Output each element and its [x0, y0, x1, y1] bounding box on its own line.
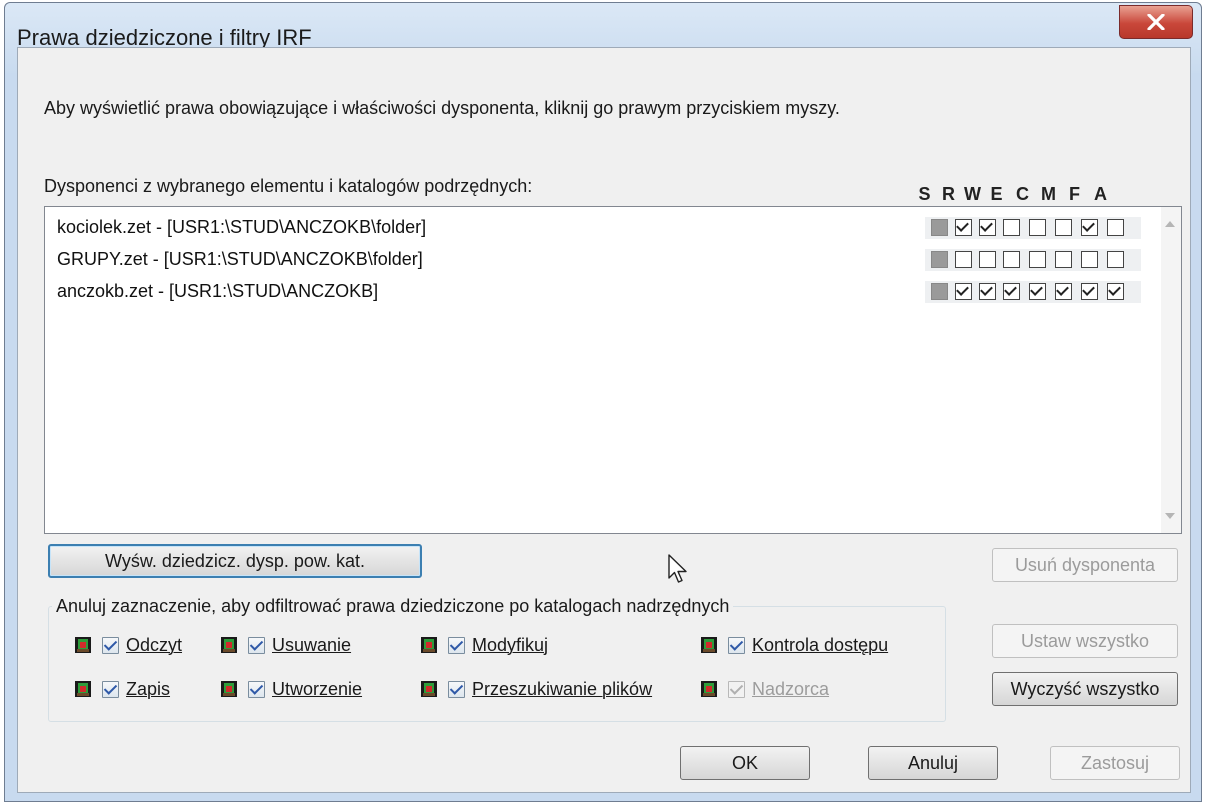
- rights-checkboxes: [925, 281, 1141, 303]
- list-item[interactable]: anczokb.zet - [USR1:\STUD\ANCZOKB]: [45, 275, 1163, 307]
- dialog-body: Aby wyświetlić prawa obowiązujące i właś…: [17, 47, 1191, 793]
- filter-checkbox-disabled: [728, 681, 745, 698]
- filter-checkbox[interactable]: [102, 637, 119, 654]
- show-inherited-button[interactable]: Wyśw. dziedzicz. dysp. pow. kat.: [48, 544, 422, 578]
- rights-checkboxes: [925, 217, 1141, 239]
- right-checkbox-e[interactable]: [1003, 219, 1020, 236]
- scroll-down-icon[interactable]: [1165, 513, 1175, 519]
- right-checkbox-m[interactable]: [1055, 251, 1072, 268]
- filter-checkbox[interactable]: [448, 681, 465, 698]
- close-icon: [1147, 14, 1165, 30]
- right-checkbox-m[interactable]: [1055, 283, 1072, 300]
- right-checkbox-a[interactable]: [1107, 219, 1124, 236]
- right-checkbox-m[interactable]: [1055, 219, 1072, 236]
- close-button[interactable]: [1119, 5, 1193, 39]
- inherit-filter-icon: [221, 637, 237, 653]
- right-checkbox-a[interactable]: [1107, 283, 1124, 300]
- ok-button[interactable]: OK: [680, 746, 810, 780]
- list-item[interactable]: kociolek.zet - [USR1:\STUD\ANCZOKB\folde…: [45, 211, 1163, 243]
- right-checkbox-c[interactable]: [1029, 251, 1046, 268]
- vertical-scrollbar[interactable]: [1161, 207, 1181, 533]
- filter-label: Przeszukiwanie plików: [472, 679, 653, 699]
- right-checkbox-w[interactable]: [979, 219, 996, 236]
- rights-header-e: E: [990, 184, 1004, 204]
- filter-label: Zapis: [126, 679, 171, 699]
- inherit-filter-icon: [421, 637, 437, 653]
- right-checkbox-s: [931, 219, 948, 236]
- right-checkbox-w[interactable]: [979, 251, 996, 268]
- filter-label: Modyfikuj: [472, 635, 549, 655]
- filter-label: Kontrola dostępu: [752, 635, 889, 655]
- trustee-name: kociolek.zet - [USR1:\STUD\ANCZOKB\folde…: [57, 217, 427, 237]
- filter-checkbox[interactable]: [248, 681, 265, 698]
- right-checkbox-a[interactable]: [1107, 251, 1124, 268]
- trustee-name: GRUPY.zet - [USR1:\STUD\ANCZOKB\folder]: [57, 249, 423, 269]
- inherit-filter-icon: [75, 681, 91, 697]
- right-checkbox-r[interactable]: [955, 283, 972, 300]
- filter-checkbox[interactable]: [248, 637, 265, 654]
- filter-group-title: Anuluj zaznaczenie, aby odfiltrować praw…: [52, 596, 734, 617]
- filter-checkbox[interactable]: [448, 637, 465, 654]
- filter-checkbox[interactable]: [728, 637, 745, 654]
- right-checkbox-f[interactable]: [1081, 251, 1098, 268]
- inherit-filter-icon: [701, 681, 717, 697]
- clear-all-button[interactable]: Wyczyść wszystko: [992, 672, 1178, 706]
- right-checkbox-c[interactable]: [1029, 219, 1046, 236]
- apply-button[interactable]: Zastosuj: [1050, 746, 1180, 780]
- right-checkbox-e[interactable]: [1003, 251, 1020, 268]
- filter-label: Nadzorca: [752, 679, 830, 699]
- cancel-button[interactable]: Anuluj: [868, 746, 998, 780]
- filter-label: Usuwanie: [272, 635, 352, 655]
- trustee-list-label: Dysponenci z wybranego elementu i katalo…: [44, 176, 533, 196]
- filter-label: Odczyt: [126, 635, 183, 655]
- right-checkbox-s: [931, 283, 948, 300]
- dialog-window: Prawa dziedziczone i filtry IRF Aby wyśw…: [4, 2, 1202, 802]
- rights-header-w: W: [964, 184, 982, 204]
- trustee-list[interactable]: kociolek.zet - [USR1:\STUD\ANCZOKB\folde…: [44, 206, 1182, 534]
- remove-trustee-button[interactable]: Usuń dysponenta: [992, 548, 1178, 582]
- inherited-filter-group: [48, 606, 946, 722]
- right-checkbox-f[interactable]: [1081, 283, 1098, 300]
- right-checkbox-s: [931, 251, 948, 268]
- mouse-cursor-icon: [668, 554, 687, 583]
- description-text: Aby wyświetlić prawa obowiązujące i właś…: [44, 98, 840, 118]
- right-checkbox-f[interactable]: [1081, 219, 1098, 236]
- rights-header-s: S: [918, 184, 932, 204]
- list-item[interactable]: GRUPY.zet - [USR1:\STUD\ANCZOKB\folder]: [45, 243, 1163, 275]
- right-checkbox-r[interactable]: [955, 219, 972, 236]
- rights-checkboxes: [925, 249, 1141, 271]
- right-checkbox-r[interactable]: [955, 251, 972, 268]
- right-checkbox-w[interactable]: [979, 283, 996, 300]
- set-all-button[interactable]: Ustaw wszystko: [992, 624, 1178, 658]
- right-checkbox-e[interactable]: [1003, 283, 1020, 300]
- filter-label: Utworzenie: [272, 679, 363, 699]
- inherit-filter-icon: [701, 637, 717, 653]
- right-checkbox-c[interactable]: [1029, 283, 1046, 300]
- rights-header-r: R: [942, 184, 956, 204]
- rights-header-f: F: [1069, 184, 1081, 204]
- inherit-filter-icon: [221, 681, 237, 697]
- filter-checkbox[interactable]: [102, 681, 119, 698]
- rights-header-c: C: [1016, 184, 1030, 204]
- scroll-up-icon[interactable]: [1165, 221, 1175, 227]
- rights-header-a: A: [1094, 184, 1108, 204]
- inherit-filter-icon: [75, 637, 91, 653]
- inherit-filter-icon: [421, 681, 437, 697]
- rights-header-m: M: [1041, 184, 1057, 204]
- trustee-name: anczokb.zet - [USR1:\STUD\ANCZOKB]: [57, 281, 379, 301]
